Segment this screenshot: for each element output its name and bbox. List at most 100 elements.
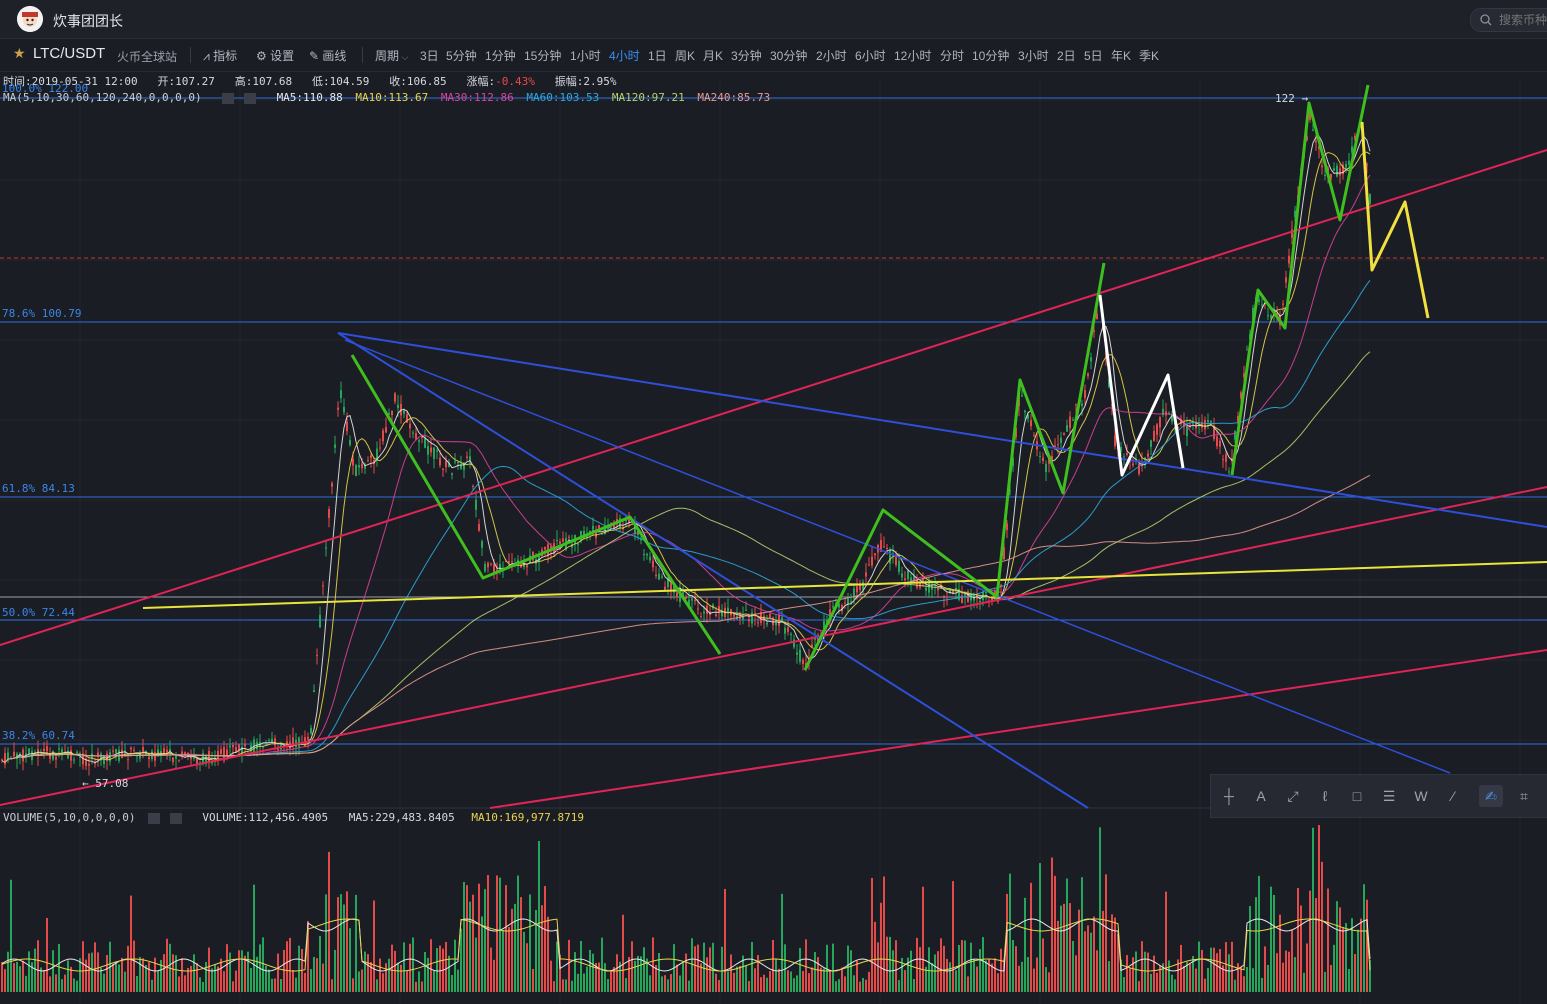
search-input[interactable] bbox=[1497, 12, 1547, 28]
indicators-button[interactable]: ⩘ 指标 bbox=[203, 47, 237, 64]
volume-close-icon[interactable] bbox=[169, 812, 182, 824]
volume-bar bbox=[502, 929, 504, 992]
period-timeline[interactable]: 分时 bbox=[940, 47, 964, 64]
candle-body bbox=[133, 749, 135, 751]
candle-body bbox=[802, 659, 804, 664]
volume-bar bbox=[730, 954, 732, 992]
volume-bar bbox=[451, 975, 453, 992]
period-15min[interactable]: 15分钟 bbox=[524, 47, 561, 64]
volume-bar bbox=[172, 954, 174, 992]
volume-bar bbox=[580, 940, 582, 992]
candle-body bbox=[70, 750, 72, 761]
volume-bar bbox=[904, 970, 906, 992]
drawn-trendlines[interactable] bbox=[0, 84, 1547, 809]
period-1d[interactable]: 1日 bbox=[648, 47, 667, 64]
candlestick-chart[interactable] bbox=[0, 72, 1547, 1004]
volume-bar bbox=[757, 955, 759, 992]
volume-bar bbox=[1345, 923, 1347, 992]
volume-bar bbox=[82, 941, 84, 992]
period-3min[interactable]: 3分钟 bbox=[731, 47, 762, 64]
volume-bar bbox=[787, 970, 789, 992]
period-dropdown[interactable]: 周期 ⌵ bbox=[375, 47, 408, 64]
period-2d[interactable]: 2日 bbox=[1057, 47, 1076, 64]
period-10min[interactable]: 10分钟 bbox=[972, 47, 1009, 64]
volume-bar bbox=[946, 958, 948, 992]
fib-icon[interactable]: ℓ bbox=[1313, 785, 1337, 807]
volume-settings-icon[interactable] bbox=[148, 812, 161, 824]
ray-icon[interactable]: ⤢ bbox=[1281, 785, 1305, 807]
parallel-icon[interactable]: ☰ bbox=[1377, 785, 1401, 807]
avatar[interactable] bbox=[17, 6, 43, 32]
volume-bar bbox=[610, 970, 612, 992]
candle-body bbox=[871, 556, 873, 566]
ruler-icon[interactable]: ⁄ bbox=[1441, 785, 1465, 807]
period-5d[interactable]: 5日 bbox=[1084, 47, 1103, 64]
candle-body bbox=[244, 743, 246, 747]
crosshair-icon[interactable]: ┼ bbox=[1217, 785, 1241, 807]
candle-body bbox=[697, 608, 699, 610]
period-12h[interactable]: 12小时 bbox=[894, 47, 931, 64]
volume-bar bbox=[1036, 957, 1038, 992]
search-box[interactable] bbox=[1470, 8, 1547, 32]
volume-bar bbox=[511, 908, 513, 992]
rect-icon[interactable]: □ bbox=[1345, 785, 1369, 807]
candle-body bbox=[1333, 168, 1335, 171]
period-month[interactable]: 月K bbox=[703, 47, 723, 64]
volume-bar bbox=[1321, 861, 1323, 992]
volume-bar bbox=[751, 941, 753, 992]
period-1min[interactable]: 1分钟 bbox=[485, 47, 516, 64]
volume-bar bbox=[898, 980, 900, 992]
period-6h[interactable]: 6小时 bbox=[855, 47, 886, 64]
ma-close-icon[interactable] bbox=[243, 92, 256, 104]
period-quarter[interactable]: 季K bbox=[1139, 47, 1159, 64]
candle-body bbox=[1066, 425, 1068, 432]
volume-bar bbox=[184, 975, 186, 992]
volume-bar bbox=[247, 951, 249, 992]
volume-bar bbox=[1084, 931, 1086, 992]
trading-pair[interactable]: LTC/USDT bbox=[33, 45, 105, 62]
high-price-marker: 122 → bbox=[1275, 92, 1309, 105]
candle-body bbox=[316, 655, 318, 657]
volume-bar bbox=[505, 885, 507, 992]
volume-bar bbox=[922, 886, 924, 992]
candle-body bbox=[898, 560, 900, 572]
period-1h[interactable]: 1小时 bbox=[570, 47, 601, 64]
candles bbox=[1, 103, 1371, 776]
chevron-down-icon: ⌵ bbox=[399, 52, 409, 62]
settings-button[interactable]: ⚙ 设置 bbox=[256, 47, 294, 64]
volume-bar bbox=[1096, 950, 1098, 992]
volume-bar bbox=[658, 952, 660, 992]
favorite-star-icon[interactable]: ★ bbox=[13, 45, 26, 62]
candle-body bbox=[1267, 315, 1269, 317]
candle-body bbox=[430, 447, 432, 453]
candle-body bbox=[1312, 129, 1314, 131]
volume-bar bbox=[886, 936, 888, 992]
period-2h[interactable]: 2小时 bbox=[816, 47, 847, 64]
period-5min[interactable]: 5分钟 bbox=[446, 47, 477, 64]
period-week[interactable]: 周K bbox=[675, 47, 695, 64]
period-3h[interactable]: 3小时 bbox=[1018, 47, 1049, 64]
candle-body bbox=[1225, 454, 1227, 462]
amplitude-value: 2.95% bbox=[583, 75, 617, 88]
grid-icon[interactable]: ⌗ bbox=[1512, 785, 1536, 807]
candle-body bbox=[13, 751, 15, 757]
ma-settings-icon[interactable] bbox=[222, 92, 235, 104]
avatar-icon bbox=[17, 6, 43, 32]
volume-bar bbox=[295, 977, 297, 992]
period-year[interactable]: 年K bbox=[1111, 47, 1131, 64]
text-icon[interactable]: A bbox=[1249, 785, 1273, 807]
candle-body bbox=[658, 573, 660, 580]
candle-body bbox=[229, 745, 231, 748]
period-4h[interactable]: 4小时 bbox=[609, 47, 640, 64]
wave-icon[interactable]: W bbox=[1409, 785, 1433, 807]
period-30min[interactable]: 30分钟 bbox=[770, 47, 807, 64]
volume-bar bbox=[850, 950, 852, 992]
volume-bar bbox=[136, 976, 138, 992]
draw-button[interactable]: ✎ 画线 bbox=[309, 47, 346, 64]
brush-icon[interactable]: ✍ bbox=[1479, 785, 1503, 807]
volume-bar bbox=[769, 971, 771, 992]
volume-bar bbox=[754, 968, 756, 992]
period-3d[interactable]: 3日 bbox=[420, 47, 439, 64]
volume-bar bbox=[952, 881, 954, 992]
candle-body bbox=[733, 614, 735, 617]
